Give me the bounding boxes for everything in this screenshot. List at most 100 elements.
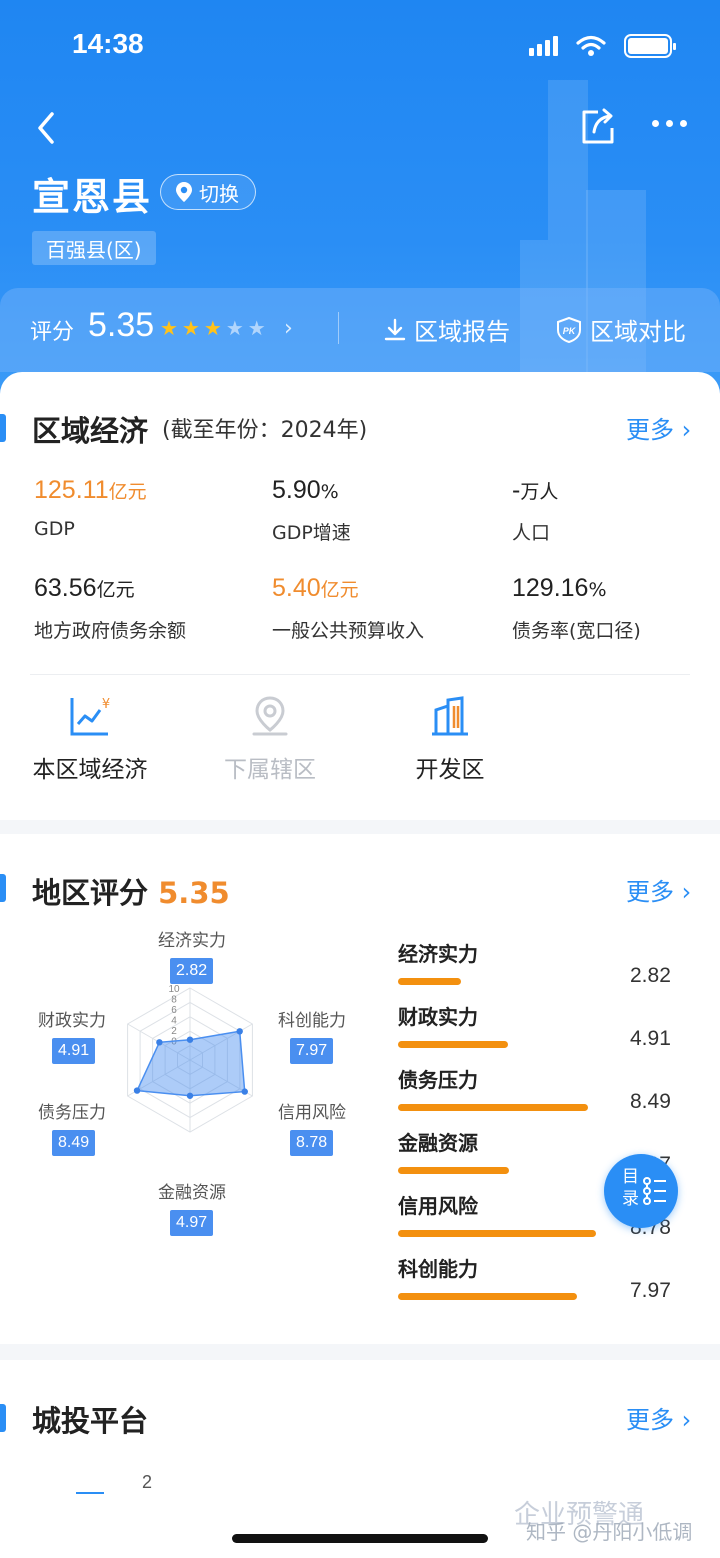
radar-tick-label: 10 [168,984,180,995]
section-marker [0,414,6,442]
toc-label: 目录 [622,1167,639,1209]
tool-dev-zone[interactable]: 开发区 [370,694,530,784]
list-icon [643,1177,666,1205]
economy-more-link[interactable]: 更多 › [626,410,691,445]
economy-subtitle: (截至年份：2024年) [162,418,368,443]
score-bar-value: 8.49 [630,1090,671,1113]
score-bar-label: 信用风险 [398,1194,478,1218]
metric-value: 5.90% [272,476,339,504]
score-bar-label: 债务压力 [398,1068,478,1092]
map-pin-icon [252,696,288,736]
metric-label: 地方政府债务余额 [34,620,187,642]
switch-label: 切换 [199,181,239,206]
divider [30,674,690,675]
chevron-right-icon: › [681,878,692,906]
radar-point [186,1036,194,1043]
wifi-icon [576,35,606,56]
radar-point [133,1087,141,1094]
signal-icon [529,36,558,56]
score-label: 评分 [30,320,75,345]
buildings-icon [432,696,468,736]
score-bar-value: 4.91 [630,1027,671,1050]
score-bar-fill [398,1104,588,1111]
radar-value-economic: 2.82 [170,958,214,984]
radar-value-innovation: 7.97 [290,1038,334,1064]
score-bar-fill [398,1167,509,1174]
status-time: 14:38 [72,28,144,59]
tool-subdistricts[interactable]: 下属辖区 [190,694,350,784]
score-value: 5.35 [88,306,155,344]
star-icon: ★ [247,316,266,340]
score-bar-fill [398,1041,508,1048]
radar-point [241,1088,248,1095]
economy-card: 区域经济 (截至年份：2024年) 更多 › ¥ 本区域经济 下属辖区 开发区 … [0,372,720,820]
radar-tick-label: 6 [171,1005,177,1016]
score-bar-label: 金融资源 [398,1131,478,1155]
radar-tick-label: 4 [171,1016,177,1027]
tool-region-economy[interactable]: ¥ 本区域经济 [10,694,170,784]
metric-value: 5.40亿元 [272,574,359,602]
radar-label-economic: 经济实力 [158,931,226,951]
region-report-button[interactable]: 区域报告 [384,312,510,347]
more-menu-icon[interactable] [652,120,687,127]
chevron-right-icon: › [681,416,692,444]
toc-float-button[interactable]: 目录 [604,1154,678,1228]
back-icon[interactable] [30,108,66,148]
economy-title: 区域经济 [32,414,149,448]
share-icon[interactable] [578,104,618,148]
tool-label: 本区域经济 [32,757,148,783]
metric-label: 债务率(宽口径) [512,620,641,642]
rating-more-link[interactable]: 更多 › [626,872,691,907]
download-icon [384,318,406,340]
svg-text:PK: PK [563,326,577,336]
chevron-right-icon: › [681,1406,692,1434]
metric-value: 129.16% [512,574,607,602]
radar-value-debt: 8.49 [52,1130,96,1156]
tool-label: 开发区 [415,757,485,783]
platform-more-link[interactable]: 更多 › [626,1400,691,1435]
metric-label: GDP增速 [272,522,351,544]
home-indicator [232,1534,488,1543]
star-rating[interactable]: ★ ★ ★ ★ ★ [160,316,266,340]
region-tag: 百强县(区) [32,231,156,265]
page-title: 宣恩县 [32,175,153,219]
metric-value: -万人 [512,476,559,504]
radar-tick-label: 8 [171,995,177,1006]
radar-label-finance: 金融资源 [158,1183,226,1203]
radar-point [156,1039,163,1046]
radar-value-credit: 8.78 [290,1130,334,1156]
watermark-credit: 知乎 @丹阳小低调 [526,1520,693,1544]
score-bar-fill [398,978,461,985]
radar-value-finance: 4.97 [170,1210,214,1236]
score-bar-label: 财政实力 [398,1005,478,1029]
region-compare-label: 区域对比 [590,318,686,346]
score-bar-label: 科创能力 [398,1257,478,1281]
star-icon: ★ [160,316,178,340]
score-bar-value: 7.97 [630,1279,671,1302]
radar-label-debt: 债务压力 [38,1103,106,1123]
score-bar-fill [398,1230,596,1237]
radar-value-fiscal: 4.91 [52,1038,96,1064]
chart-stub [76,1492,104,1494]
battery-icon [624,34,676,58]
region-compare-button[interactable]: PK 区域对比 [556,312,686,347]
rating-score: 5.35 [158,876,230,910]
rating-title: 地区评分 5.35 [32,876,230,910]
radar-tick-label: 2 [171,1026,177,1037]
radar-label-credit: 信用风险 [278,1103,346,1123]
radar-label-fiscal: 财政实力 [38,1011,106,1031]
section-marker [0,874,6,902]
line-chart-yuan-icon: ¥ [70,697,110,736]
region-report-label: 区域报告 [414,318,510,346]
metric-value: 125.11亿元 [34,476,147,504]
score-bar-value: 2.82 [630,964,671,987]
star-icon: ★ [225,316,244,340]
metric-label: 一般公共预算收入 [272,620,425,642]
radar-label-innovation: 科创能力 [278,1011,346,1031]
metric-label: 人口 [512,522,551,544]
score-bar-label: 经济实力 [398,942,478,966]
location-pin-icon [176,182,192,202]
switch-region-button[interactable]: 切换 [160,174,256,210]
chevron-right-icon[interactable]: › [284,316,293,341]
star-icon: ★ [203,316,222,340]
